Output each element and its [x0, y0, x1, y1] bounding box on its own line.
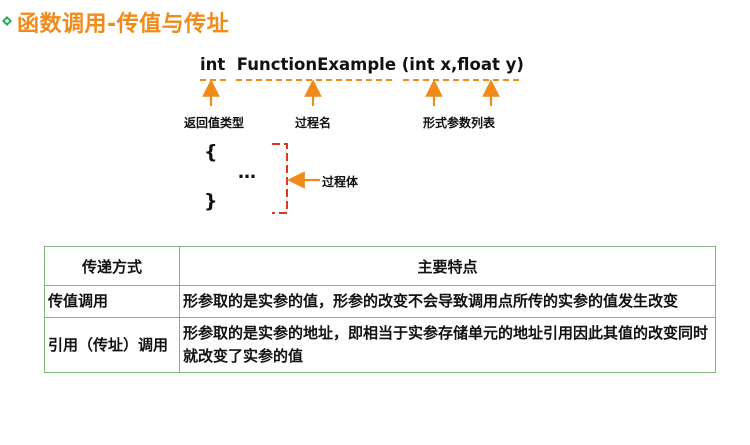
header-features: 主要特点	[179, 246, 716, 286]
body-bracket	[272, 143, 288, 214]
proc-name-label: 过程名	[295, 116, 332, 130]
row-desc: 形参取的是实参的地址，即相当于实参存储单元的地址引用因此其值的改变同时就改变了实…	[179, 317, 716, 373]
row-mode: 传值调用	[44, 285, 180, 318]
return-type-label: 返回值类型	[184, 116, 245, 130]
row-desc: 形参取的是实参的值，形参的改变不会导致调用点所传的实参的值发生改变	[179, 285, 716, 318]
table-row: 引用（传址）调用 形参取的是实参的地址，即相当于实参存储单元的地址引用因此其值的…	[44, 317, 716, 373]
header-mode: 传递方式	[44, 246, 180, 286]
table-header-row: 传递方式 主要特点	[44, 246, 716, 286]
params-label: 形式参数列表	[423, 116, 496, 130]
signature-annotations	[200, 79, 520, 214]
comparison-table: 传递方式 主要特点 传值调用 形参取的是实参的值，形参的改变不会导致调用点所传的…	[44, 246, 716, 373]
table-row: 传值调用 形参取的是实参的值，形参的改变不会导致调用点所传的实参的值发生改变	[44, 285, 716, 318]
open-brace: {	[204, 141, 218, 163]
row-mode: 引用（传址）调用	[44, 317, 180, 373]
body-ellipsis: …	[238, 162, 257, 183]
close-brace: }	[204, 190, 218, 212]
body-label: 过程体	[322, 175, 359, 189]
